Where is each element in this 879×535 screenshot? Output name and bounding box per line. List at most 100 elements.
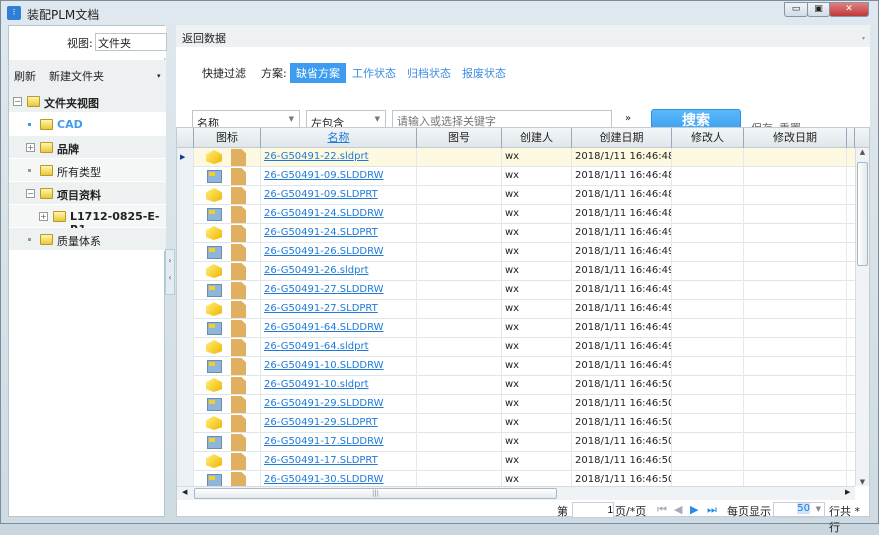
row-header[interactable] xyxy=(177,186,194,205)
table-row[interactable]: 26-G50491-09.SLDPRT wx 2018/1/11 16:46:4… xyxy=(177,186,855,205)
column-header-modifier[interactable]: 修改人 xyxy=(672,128,744,148)
view-select[interactable]: 文件夹 xyxy=(95,33,167,51)
document-link[interactable]: 26-G50491-64.SLDDRW xyxy=(264,322,384,333)
table-row[interactable]: 26-G50491-24.SLDDRW wx 2018/1/11 16:46:4… xyxy=(177,205,855,224)
table-row[interactable]: 26-G50491-17.SLDDRW wx 2018/1/11 16:46:5… xyxy=(177,433,855,452)
vertical-scroll-thumb[interactable] xyxy=(857,162,868,266)
table-row[interactable]: 26-G50491-29.SLDPRT wx 2018/1/11 16:46:5… xyxy=(177,414,855,433)
scheme-work-status[interactable]: 工作状态 xyxy=(352,65,396,81)
table-row[interactable]: 26-G50491-10.sldprt wx 2018/1/11 16:46:5… xyxy=(177,376,855,395)
refresh-button[interactable]: 刷新 xyxy=(14,68,36,84)
collapse-icon[interactable]: − xyxy=(13,97,22,106)
tree-node[interactable]: 所有类型 xyxy=(9,159,166,182)
expand-icon[interactable]: + xyxy=(39,212,48,221)
column-header-icon[interactable]: 图标 xyxy=(194,128,261,148)
row-header[interactable] xyxy=(177,262,194,281)
document-link[interactable]: 26-G50491-27.SLDDRW xyxy=(264,284,384,295)
row-header[interactable] xyxy=(177,414,194,433)
prev-page-icon[interactable]: ◀ xyxy=(674,503,682,516)
tree-node[interactable]: − 文件夹视图 xyxy=(9,90,166,113)
collapse-icon[interactable]: − xyxy=(26,189,35,198)
row-header[interactable] xyxy=(177,167,194,186)
column-header-drawing-no[interactable]: 图号 xyxy=(417,128,502,148)
document-link[interactable]: 26-G50491-29.SLDPRT xyxy=(264,417,378,428)
horizontal-scroll-thumb[interactable]: ||| xyxy=(194,488,557,499)
expand-filters-icon[interactable]: » xyxy=(625,113,631,124)
first-page-icon[interactable]: ⏮ xyxy=(657,503,667,517)
document-link[interactable]: 26-G50491-09.SLDDRW xyxy=(264,170,384,181)
expand-icon[interactable]: + xyxy=(26,143,35,152)
minimize-button[interactable]: ▭ xyxy=(784,2,808,17)
document-link[interactable]: 26-G50491-09.SLDPRT xyxy=(264,189,378,200)
document-link[interactable]: 26-G50491-10.sldprt xyxy=(264,379,369,390)
last-page-icon[interactable]: ⏭ xyxy=(707,503,717,517)
scheme-scrap-status[interactable]: 报废状态 xyxy=(462,65,506,81)
header-menu-icon[interactable]: ▾ xyxy=(862,35,865,42)
document-link[interactable]: 26-G50491-17.SLDPRT xyxy=(264,455,378,466)
column-header-modified[interactable]: 修改日期 xyxy=(744,128,847,148)
toolbar-overflow-icon[interactable]: ▾ xyxy=(157,72,161,80)
row-header[interactable] xyxy=(177,433,194,452)
table-row[interactable]: 26-G50491-24.SLDPRT wx 2018/1/11 16:46:4… xyxy=(177,224,855,243)
row-header[interactable] xyxy=(177,376,194,395)
row-header[interactable] xyxy=(177,452,194,471)
column-header-creator[interactable]: 创建人 xyxy=(502,128,572,148)
table-row[interactable]: 26-G50491-17.SLDPRT wx 2018/1/11 16:46:5… xyxy=(177,452,855,471)
tree-node[interactable]: − 项目资料 xyxy=(9,182,166,205)
table-row[interactable]: 26-G50491-09.SLDDRW wx 2018/1/11 16:46:4… xyxy=(177,167,855,186)
collapse-icon[interactable]: ‹ xyxy=(166,273,174,282)
document-link[interactable]: 26-G50491-17.SLDDRW xyxy=(264,436,384,447)
document-link[interactable]: 26-G50491-26.sldprt xyxy=(264,265,369,276)
scheme-archive-status[interactable]: 归档状态 xyxy=(407,65,451,81)
column-header-created[interactable]: 创建日期 xyxy=(572,128,672,148)
table-row[interactable]: 26-G50491-26.sldprt wx 2018/1/11 16:46:4… xyxy=(177,262,855,281)
expand-icon[interactable]: › xyxy=(166,256,174,265)
vertical-scrollbar[interactable]: ▲ ▼ xyxy=(855,148,869,486)
row-header[interactable] xyxy=(177,357,194,376)
table-row[interactable]: 26-G50491-27.SLDDRW wx 2018/1/11 16:46:4… xyxy=(177,281,855,300)
horizontal-scrollbar[interactable]: ◀ ||| ▶ xyxy=(177,486,855,500)
table-row[interactable]: ▶ 26-G50491-22.sldprt wx 2018/1/11 16:46… xyxy=(177,148,855,167)
scroll-left-icon[interactable]: ◀ xyxy=(182,488,187,496)
next-page-icon[interactable]: ▶ xyxy=(690,503,698,516)
row-header[interactable] xyxy=(177,300,194,319)
table-row[interactable]: 26-G50491-26.SLDDRW wx 2018/1/11 16:46:4… xyxy=(177,243,855,262)
tree-node[interactable]: 质量体系 xyxy=(9,228,166,251)
row-header[interactable] xyxy=(177,395,194,414)
scroll-right-icon[interactable]: ▶ xyxy=(845,488,850,496)
scheme-default[interactable]: 缺省方案 xyxy=(290,63,346,83)
maximize-button[interactable]: ▣ xyxy=(807,2,830,17)
document-link[interactable]: 26-G50491-26.SLDDRW xyxy=(264,246,384,257)
tree-node[interactable]: + 品牌 xyxy=(9,136,166,159)
document-link[interactable]: 26-G50491-29.SLDDRW xyxy=(264,398,384,409)
document-link[interactable]: 26-G50491-24.SLDPRT xyxy=(264,227,378,238)
row-header[interactable] xyxy=(177,319,194,338)
page-number-input[interactable] xyxy=(572,502,614,518)
row-header[interactable] xyxy=(177,224,194,243)
row-header[interactable] xyxy=(177,281,194,300)
scroll-down-icon[interactable]: ▼ xyxy=(856,478,869,486)
row-header[interactable] xyxy=(177,205,194,224)
row-header[interactable] xyxy=(177,338,194,357)
row-header[interactable] xyxy=(177,243,194,262)
panel-splitter[interactable]: › ‹ xyxy=(165,249,175,295)
table-row[interactable]: 26-G50491-64.sldprt wx 2018/1/11 16:46:4… xyxy=(177,338,855,357)
scroll-up-icon[interactable]: ▲ xyxy=(856,148,869,156)
document-link[interactable]: 26-G50491-27.SLDPRT xyxy=(264,303,378,314)
document-link[interactable]: 26-G50491-10.SLDDRW xyxy=(264,360,384,371)
table-row[interactable]: 26-G50491-29.SLDDRW wx 2018/1/11 16:46:5… xyxy=(177,395,855,414)
document-link[interactable]: 26-G50491-30.SLDDRW xyxy=(264,474,384,485)
document-link[interactable]: 26-G50491-22.sldprt xyxy=(264,151,369,162)
tree-node[interactable]: CAD xyxy=(9,113,166,136)
document-link[interactable]: 26-G50491-64.sldprt xyxy=(264,341,369,352)
table-row[interactable]: 26-G50491-27.SLDPRT wx 2018/1/11 16:46:4… xyxy=(177,300,855,319)
document-link[interactable]: 26-G50491-24.SLDDRW xyxy=(264,208,384,219)
row-header[interactable]: ▶ xyxy=(177,148,194,167)
tree-node[interactable]: +L1712-0825-E-R1 xyxy=(9,205,166,236)
new-folder-button[interactable]: 新建文件夹 xyxy=(49,68,104,84)
per-page-select[interactable]: 50 ▼ xyxy=(773,502,825,518)
table-row[interactable]: 26-G50491-64.SLDDRW wx 2018/1/11 16:46:4… xyxy=(177,319,855,338)
column-header-name[interactable]: 名称 xyxy=(261,128,417,148)
table-row[interactable]: 26-G50491-10.SLDDRW wx 2018/1/11 16:46:4… xyxy=(177,357,855,376)
close-button[interactable]: ✕ xyxy=(829,2,869,17)
